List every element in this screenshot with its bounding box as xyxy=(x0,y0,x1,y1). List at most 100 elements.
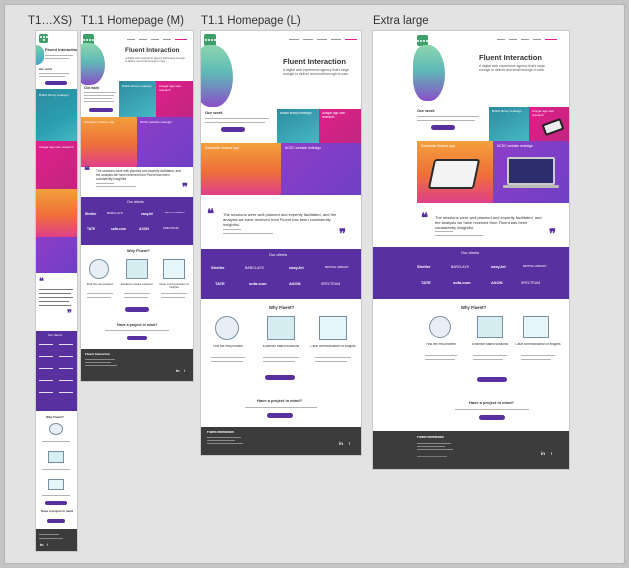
why-item-title: Find the real problem xyxy=(212,345,244,348)
view-work-button[interactable] xyxy=(45,81,67,85)
tile-remote-app[interactable]: Ansgar app user research xyxy=(319,109,361,143)
brand-title: Fluent Interaction xyxy=(125,47,180,54)
clients-band: Our clients Shelter BARCLAYS easyJet BRI… xyxy=(81,197,193,245)
tile-remote-app[interactable]: Ansgar app user research xyxy=(156,81,193,117)
touch-button[interactable] xyxy=(479,415,505,420)
work-text xyxy=(417,116,479,117)
project-text xyxy=(455,409,529,410)
touch-button[interactable] xyxy=(267,413,293,418)
presentation-icon xyxy=(319,316,347,340)
services-button[interactable] xyxy=(477,377,507,382)
why-text xyxy=(315,357,351,358)
tile-british-library[interactable]: British library redesign xyxy=(277,109,319,143)
clients-heading: Our clients xyxy=(48,334,63,337)
nav-link[interactable] xyxy=(497,39,505,40)
presentation-icon xyxy=(523,316,549,338)
tile-santander[interactable]: Santander finance app xyxy=(201,143,281,195)
artboard-xs[interactable]: Fluent Interaction Our work British libr… xyxy=(36,31,77,551)
hero-blob xyxy=(201,45,233,107)
nav-link[interactable] xyxy=(533,39,541,40)
quote-text: The sessions were well planned and exper… xyxy=(223,212,337,228)
frame-title-xs[interactable]: T1…XS) xyxy=(28,15,72,27)
linkedin-icon[interactable]: in xyxy=(541,451,545,456)
artboard-l[interactable]: Fluent Interaction A digital web experie… xyxy=(201,31,361,455)
nav-link[interactable] xyxy=(163,39,171,40)
tile-santander[interactable] xyxy=(36,189,77,237)
why-heading: Why Fluent? xyxy=(461,305,487,310)
nav-link[interactable] xyxy=(345,39,357,40)
quote-open-icon: ❝ xyxy=(84,164,90,177)
hero-blob xyxy=(413,45,445,101)
tile-ncsc[interactable]: NCSC website redesign xyxy=(493,141,569,203)
tile-santander[interactable]: Santander finance app xyxy=(81,117,137,167)
nav-link[interactable] xyxy=(521,39,529,40)
nav-link[interactable] xyxy=(317,39,327,40)
intro-text: A digital web experience agency that's l… xyxy=(479,64,545,73)
tile-british-library[interactable]: British library redesign xyxy=(119,81,156,117)
client-logo-barclays: BARCLAYS xyxy=(451,265,469,269)
artboard-m[interactable]: Fluent Interaction A digital web experie… xyxy=(81,31,193,381)
presentation-icon xyxy=(48,479,64,490)
footer-line xyxy=(417,449,453,450)
touch-button[interactable] xyxy=(47,519,65,523)
nav-link[interactable] xyxy=(175,39,187,40)
quote-close-icon: ❞ xyxy=(67,309,72,319)
tile-british-library[interactable]: British library redesign xyxy=(36,89,77,141)
client-logo xyxy=(59,380,73,381)
hero-blob xyxy=(81,43,105,85)
quote-text: The sessions were well planned and exper… xyxy=(435,215,542,231)
why-text xyxy=(473,355,507,356)
services-button[interactable] xyxy=(125,307,149,312)
microscope-icon xyxy=(89,259,109,279)
tile-british-library[interactable]: British library redesign xyxy=(489,107,529,141)
nav-link[interactable] xyxy=(303,39,313,40)
tile-ncsc[interactable]: NCSC website redesign xyxy=(281,143,361,195)
project-heading: Have a project in mind? xyxy=(41,510,73,513)
twitter-icon[interactable]: t xyxy=(551,451,552,456)
client-logo-british-library: BRITISH LIBRARY xyxy=(523,265,547,268)
frame-title-l[interactable]: T1.1 Homepage (L) xyxy=(201,15,301,27)
tile-remote-app[interactable]: Ansgar app user research xyxy=(36,141,77,189)
tile-remote-app[interactable]: Ansgar app user research xyxy=(529,107,569,141)
touch-button[interactable] xyxy=(127,336,147,340)
client-logo-shelter: Shelter xyxy=(417,265,431,269)
tile-ncsc[interactable] xyxy=(36,237,77,273)
artboard-xl[interactable]: Fluent Interaction A digital web experie… xyxy=(373,31,569,469)
nav-link[interactable] xyxy=(151,39,159,40)
laptop-image xyxy=(507,157,555,185)
nav-link[interactable] xyxy=(127,39,135,40)
view-work-button[interactable] xyxy=(221,127,245,132)
why-text xyxy=(161,293,187,294)
work-text xyxy=(417,120,475,121)
tile-label: Ansgar app user research xyxy=(39,146,74,149)
services-button[interactable] xyxy=(45,501,67,505)
nav-link[interactable] xyxy=(545,39,557,40)
services-button[interactable] xyxy=(265,375,295,380)
frame-title-xl[interactable]: Extra large xyxy=(373,15,429,27)
nav-link[interactable] xyxy=(509,39,517,40)
why-text xyxy=(521,355,555,356)
nav-link[interactable] xyxy=(139,39,147,40)
twitter-icon[interactable]: t xyxy=(184,369,185,374)
frame-title-m[interactable]: T1.1 Homepage (M) xyxy=(81,15,184,27)
view-work-button[interactable] xyxy=(431,125,455,130)
client-logo xyxy=(39,356,53,357)
footer: in t xyxy=(36,529,77,551)
tile-ncsc[interactable]: NCSC website redesign xyxy=(137,117,193,167)
view-work-button[interactable] xyxy=(89,108,113,112)
clients-heading: Our clients xyxy=(127,200,144,204)
nav-link[interactable] xyxy=(331,39,341,40)
design-canvas: T1…XS) T1.1 Homepage (M) T1.1 Homepage (… xyxy=(4,4,625,564)
tile-santander[interactable]: Santander finance app xyxy=(417,141,493,203)
nav-link[interactable] xyxy=(289,39,299,40)
project-text xyxy=(245,407,317,408)
twitter-icon[interactable]: t xyxy=(47,543,48,548)
linkedin-icon[interactable]: in xyxy=(40,543,44,548)
linkedin-icon[interactable]: in xyxy=(176,369,180,374)
footer-line xyxy=(417,446,445,447)
twitter-icon[interactable]: t xyxy=(349,441,350,446)
linkedin-icon[interactable]: in xyxy=(339,441,343,446)
footer-line xyxy=(207,443,243,444)
work-text xyxy=(205,122,265,123)
intro-text xyxy=(45,55,73,56)
